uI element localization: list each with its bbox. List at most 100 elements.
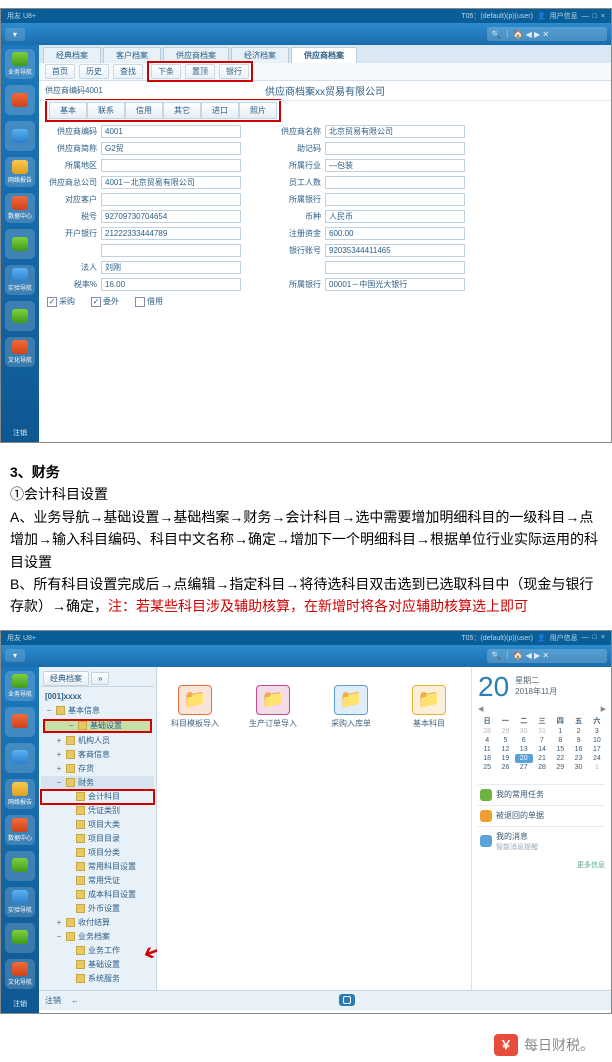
tree-node[interactable]: −基础设置 bbox=[43, 719, 152, 733]
tree-node[interactable]: 凭证类别 bbox=[41, 804, 154, 818]
user-menu-icon-2[interactable]: 👤 bbox=[537, 634, 546, 642]
tree-node[interactable]: 项目分类 bbox=[41, 846, 154, 860]
field-input[interactable]: 600.00 bbox=[325, 227, 465, 240]
calendar-day[interactable]: 8 bbox=[551, 736, 569, 745]
calendar-day[interactable]: 1 bbox=[551, 727, 569, 736]
back-icon[interactable]: ← bbox=[71, 996, 79, 1005]
checkbox[interactable]: 借用 bbox=[135, 296, 163, 307]
field-input[interactable]: 北京贸易有限公司 bbox=[325, 125, 465, 138]
desktop-shortcut[interactable]: 📁采购入库单 bbox=[327, 685, 375, 729]
btn-top[interactable]: 置顶 bbox=[185, 64, 215, 79]
global-search-2[interactable]: 🔍 ｜ 🏠 ◀ ▶ ✕ bbox=[487, 649, 607, 663]
field-input[interactable] bbox=[325, 193, 465, 206]
field-input[interactable]: 人民币 bbox=[325, 210, 465, 223]
checkbox[interactable]: ✓委外 bbox=[91, 296, 119, 307]
field-input[interactable]: 00001－中国光大银行 bbox=[325, 278, 465, 291]
tree-node[interactable]: 基础设置 bbox=[41, 958, 154, 972]
tree-node[interactable]: −财务 bbox=[41, 776, 154, 790]
form-tab[interactable]: 进口 bbox=[201, 102, 239, 119]
calendar-day[interactable]: 25 bbox=[478, 763, 496, 772]
sidebar-item[interactable]: 业务导航 bbox=[5, 49, 35, 79]
field-input[interactable] bbox=[325, 142, 465, 155]
calendar-day[interactable]: 5 bbox=[496, 736, 514, 745]
todo-item[interactable]: 我的消息智能消息提醒 bbox=[478, 826, 605, 856]
statusbar-app-icon[interactable] bbox=[339, 994, 355, 1006]
field-input[interactable]: 92709730704654 bbox=[101, 210, 241, 223]
calendar-day[interactable]: 7 bbox=[533, 736, 551, 745]
home-btn[interactable]: 首页 bbox=[45, 64, 75, 79]
calendar-day[interactable]: 28 bbox=[533, 763, 551, 772]
calendar-day[interactable]: 16 bbox=[569, 745, 587, 754]
calendar-day[interactable]: 11 bbox=[478, 745, 496, 754]
tree-tab-main[interactable]: 经典档案 bbox=[43, 671, 89, 686]
field-input[interactable] bbox=[101, 244, 241, 257]
history-btn[interactable]: 历史 bbox=[79, 64, 109, 79]
calendar-day[interactable]: 29 bbox=[551, 763, 569, 772]
tree-node[interactable]: +客商信息 bbox=[41, 748, 154, 762]
calendar-day[interactable]: 30 bbox=[569, 763, 587, 772]
calendar-day[interactable]: 31 bbox=[533, 727, 551, 736]
field-input[interactable]: G2贸 bbox=[101, 142, 241, 155]
calendar-day[interactable]: 14 bbox=[533, 745, 551, 754]
tree-node[interactable]: 业务工作 bbox=[41, 944, 154, 958]
find-btn[interactable]: 查找 bbox=[113, 64, 143, 79]
desktop-shortcut[interactable]: 📁生产订单导入 bbox=[249, 685, 297, 729]
maximize-icon-2[interactable]: □ bbox=[593, 634, 597, 641]
sidebar-item[interactable]: 实验导航 bbox=[5, 887, 35, 917]
calendar-day[interactable]: 13 bbox=[515, 745, 533, 754]
toolbar-dropdown-2[interactable]: ▾ bbox=[5, 649, 25, 662]
todo-item[interactable]: 我的常用任务 bbox=[478, 784, 605, 805]
tree-node[interactable]: 常用科目设置 bbox=[41, 860, 154, 874]
form-tab[interactable]: 联系 bbox=[87, 102, 125, 119]
tree-node[interactable]: 外币设置 bbox=[41, 902, 154, 916]
field-input[interactable]: 92035344411465 bbox=[325, 244, 465, 257]
sidebar-item[interactable]: 文化导航 bbox=[5, 337, 35, 367]
calendar-day[interactable]: 10 bbox=[588, 736, 606, 745]
desktop-shortcut[interactable]: 📁基本科目 bbox=[405, 685, 453, 729]
sidebar-item[interactable] bbox=[5, 229, 35, 259]
logout-sidebar[interactable]: 注销 bbox=[13, 424, 27, 442]
calendar-day[interactable]: 3 bbox=[588, 727, 606, 736]
desktop-shortcut[interactable]: 📁科目模板导入 bbox=[171, 685, 219, 729]
tree-node[interactable]: 常用凭证 bbox=[41, 874, 154, 888]
sidebar-item[interactable] bbox=[5, 121, 35, 151]
global-search[interactable]: 🔍 ｜ 🏠 ◀ ▶ ✕ bbox=[487, 27, 607, 41]
todo-item[interactable]: 被退回的单据 bbox=[478, 805, 605, 826]
calendar-day[interactable]: 22 bbox=[551, 754, 569, 763]
sidebar-item[interactable] bbox=[5, 743, 35, 773]
sidebar-item[interactable]: 网络报告 bbox=[5, 157, 35, 187]
sidebar-item[interactable]: 文化导航 bbox=[5, 959, 35, 989]
user-menu-icon[interactable]: 👤 bbox=[537, 12, 546, 20]
field-input[interactable] bbox=[325, 176, 465, 189]
calendar-day[interactable]: 21 bbox=[533, 754, 551, 763]
tree-node[interactable]: 系统服务 bbox=[41, 972, 154, 986]
calendar-day[interactable]: 12 bbox=[496, 745, 514, 754]
sidebar-item[interactable]: 业务导航 bbox=[5, 671, 35, 701]
checkbox[interactable]: ✓采购 bbox=[47, 296, 75, 307]
calendar-day[interactable]: 19 bbox=[496, 754, 514, 763]
sidebar-item[interactable] bbox=[5, 85, 35, 115]
calendar-day[interactable]: 28 bbox=[478, 727, 496, 736]
sidebar-item[interactable]: 数据中心 bbox=[5, 193, 35, 223]
tree-node[interactable]: +存货 bbox=[41, 762, 154, 776]
field-input[interactable]: 4001－北京贸易有限公司 bbox=[101, 176, 241, 189]
todo-more-link[interactable]: 更多信息 bbox=[478, 860, 605, 870]
toolbar-dropdown[interactable]: ▾ bbox=[5, 28, 25, 41]
tree-tab-more[interactable]: » bbox=[91, 672, 109, 685]
tree-node[interactable]: +收付结算 bbox=[41, 916, 154, 930]
close-icon-2[interactable]: × bbox=[601, 634, 605, 641]
logout-link[interactable]: 注销 bbox=[45, 995, 61, 1006]
sidebar-item[interactable] bbox=[5, 923, 35, 953]
calendar-day[interactable]: 6 bbox=[515, 736, 533, 745]
form-tab[interactable]: 信用 bbox=[125, 102, 163, 119]
calendar-day[interactable]: 27 bbox=[515, 763, 533, 772]
calendar-day[interactable]: 29 bbox=[496, 727, 514, 736]
calendar-day[interactable]: 4 bbox=[478, 736, 496, 745]
cal-next-icon[interactable]: ▶ bbox=[601, 705, 606, 713]
field-input[interactable] bbox=[101, 159, 241, 172]
field-input[interactable]: 刘刚 bbox=[101, 261, 241, 274]
btn-bank[interactable]: 银行 bbox=[219, 64, 249, 79]
form-tab[interactable]: 其它 bbox=[163, 102, 201, 119]
tree-node[interactable]: 项目目录 bbox=[41, 832, 154, 846]
calendar-day[interactable]: 18 bbox=[478, 754, 496, 763]
